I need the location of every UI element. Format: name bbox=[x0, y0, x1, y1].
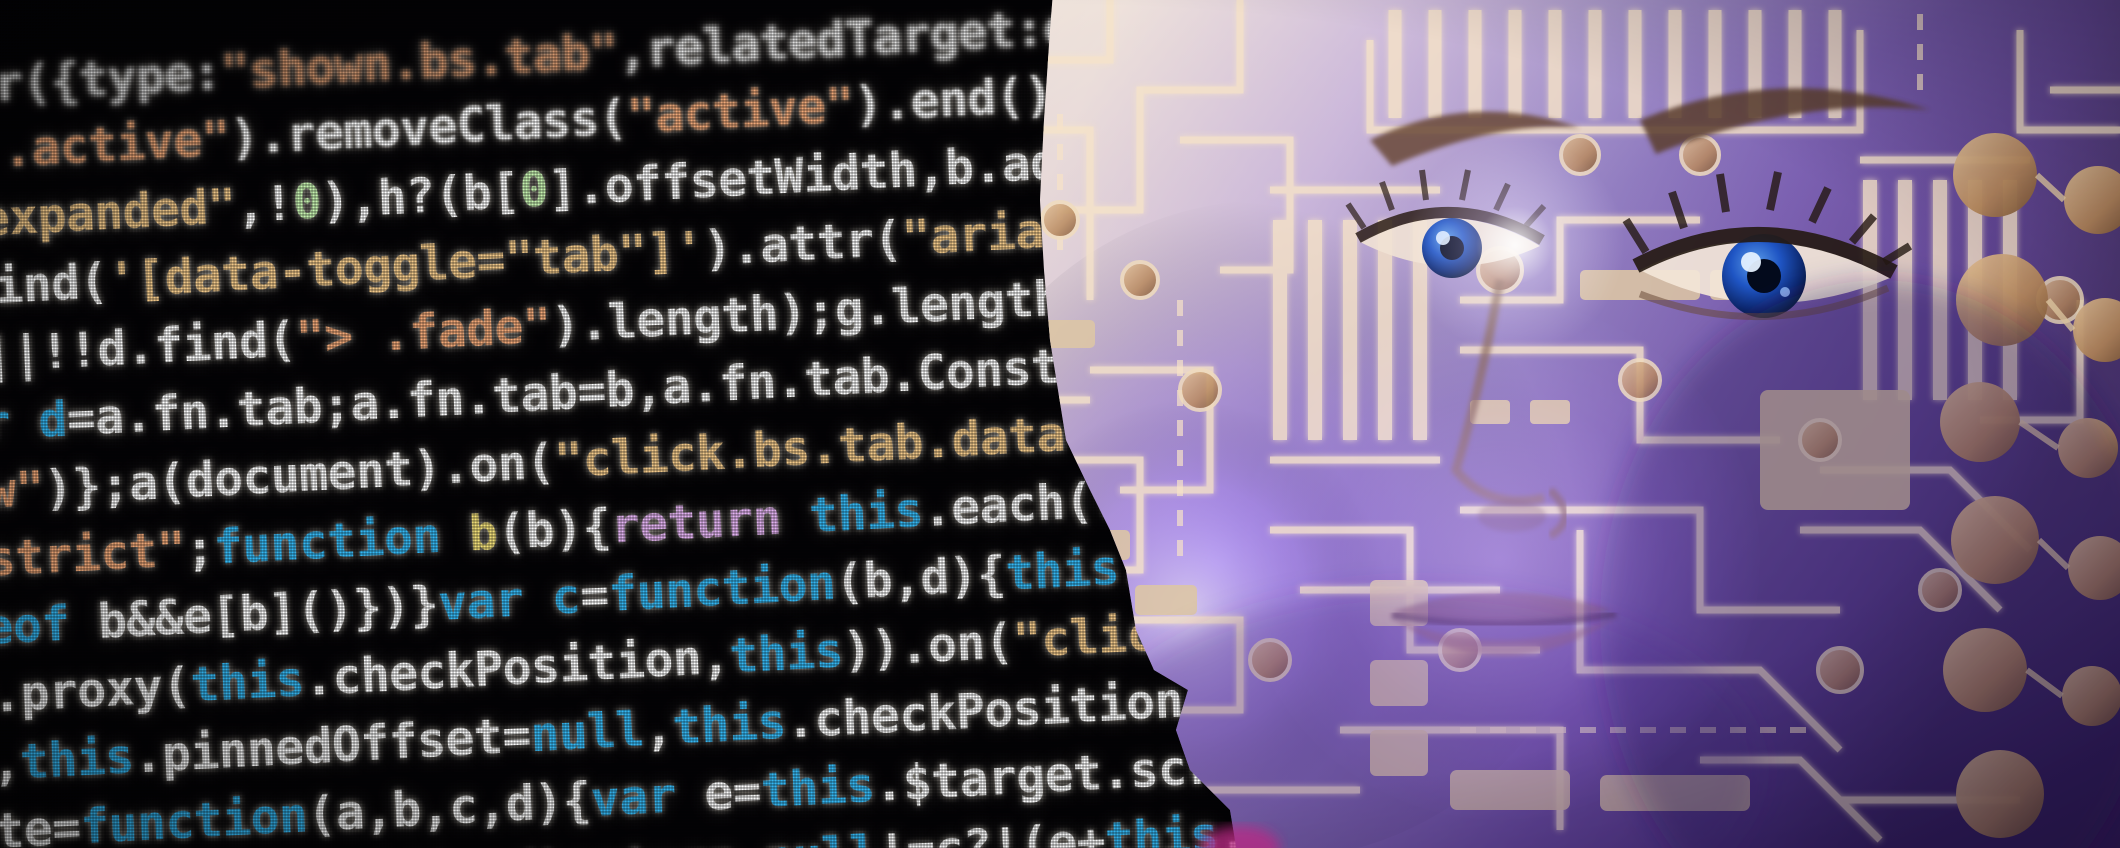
code-fragment: ="c bbox=[1989, 400, 2074, 459]
right-code-fragments: (1) d & d fn. ="c target= osition affix-… bbox=[1883, 0, 2120, 848]
code-fragment: d bbox=[2005, 96, 2036, 152]
code-text-block: gger({type:"shown.bs.tab",relatedTarget:… bbox=[0, 0, 2120, 848]
code-screen-background: gger({type:"shown.bs.tab",relatedTarget:… bbox=[0, 0, 2120, 848]
code-fragment: d bbox=[2013, 250, 2044, 306]
ai-concept-image: gger({type:"shown.bs.tab",relatedTarget:… bbox=[0, 0, 2120, 848]
code-fragment: this.$tar bbox=[1883, 693, 2120, 763]
code-fragment: target= bbox=[1887, 475, 2090, 543]
code-fragment: fn. bbox=[2005, 323, 2090, 382]
code-fragment: osition bbox=[1883, 548, 2085, 615]
code-fragment: (1) bbox=[1982, 0, 2067, 55]
code-fragment: affix-to bbox=[1883, 620, 2114, 689]
code-fragment: & bbox=[2001, 174, 2032, 230]
